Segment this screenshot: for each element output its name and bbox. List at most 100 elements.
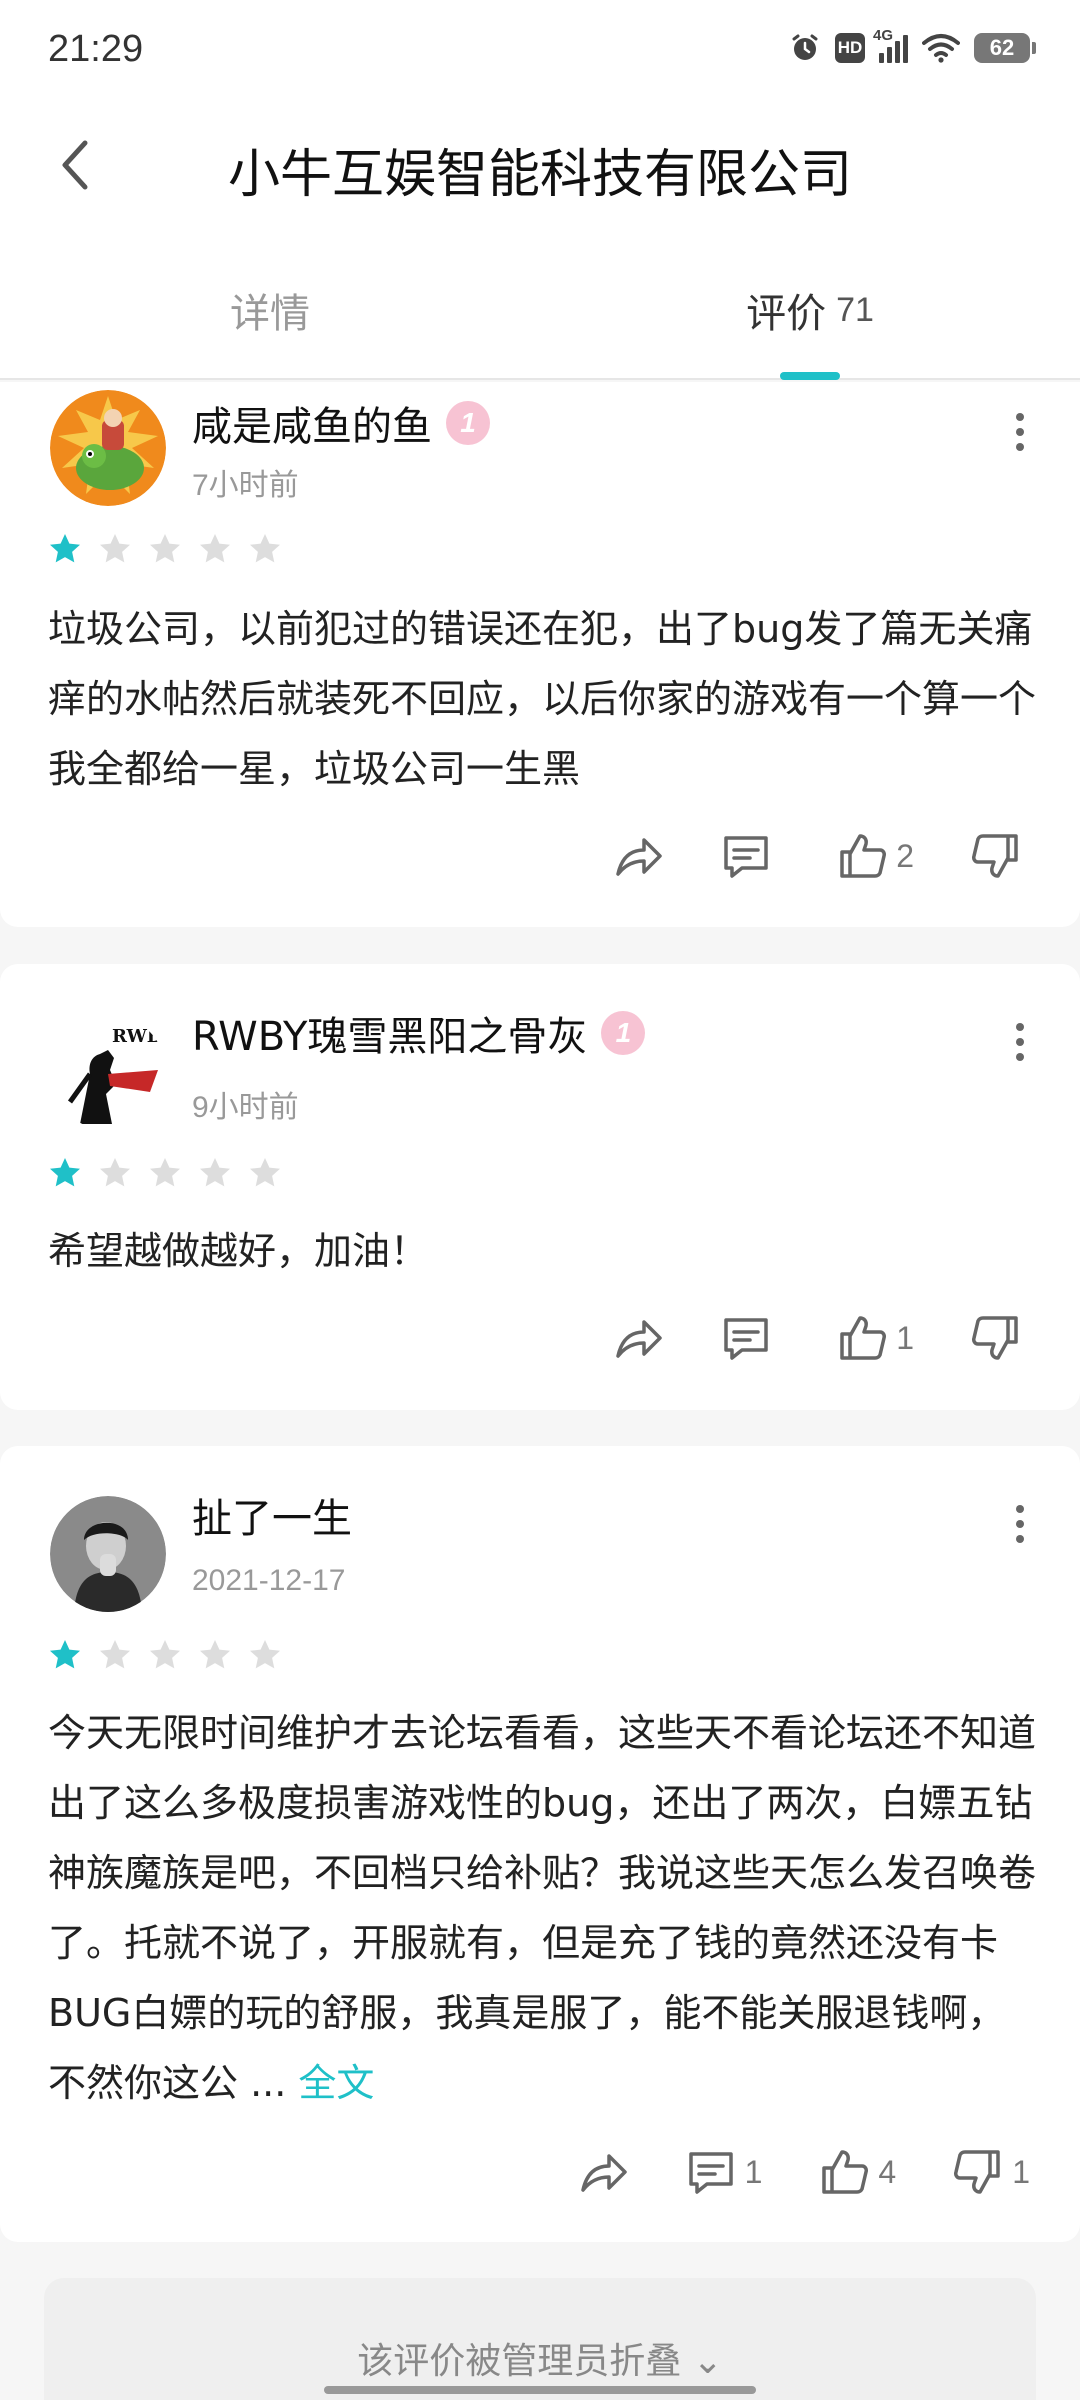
review-time: 7小时前 xyxy=(192,469,299,502)
like-button[interactable]: 1 xyxy=(836,1312,914,1364)
app-header: 小牛互娱智能科技有限公司 xyxy=(0,100,1080,240)
folded-review-notice[interactable]: 该评价被管理员折叠 ⌄ xyxy=(44,2278,1036,2400)
star-filled-icon xyxy=(50,1640,80,1669)
tab-reviews-label: 评价 xyxy=(746,291,827,337)
status-bar: 21:29 HD 4G 62 xyxy=(0,0,1080,100)
star-empty-icon xyxy=(100,1158,130,1187)
level-badge: 1 xyxy=(446,401,490,445)
review-text: 希望越做越好，加油！ xyxy=(48,1216,1038,1286)
review-text-body: 垃圾公司，以前犯过的错误还在犯，出了bug发了篇无关痛痒的水帖然后就装死不回应，… xyxy=(48,607,1037,791)
hd-icon: HD xyxy=(835,33,865,63)
like-count: 2 xyxy=(896,837,914,874)
battery-level: 62 xyxy=(989,35,1015,60)
like-button[interactable]: 4 xyxy=(818,2146,896,2198)
comment-count: 1 xyxy=(744,2153,763,2190)
thumbs-down-icon xyxy=(954,2150,1000,2194)
star-empty-icon xyxy=(150,1640,180,1669)
share-icon xyxy=(616,1320,662,1358)
star-filled-icon xyxy=(50,1158,80,1187)
share-button[interactable] xyxy=(612,830,664,882)
review-username[interactable]: 扯了一生 xyxy=(192,1486,352,1544)
more-options-button[interactable] xyxy=(1000,1012,1040,1072)
tab-details-label: 详情 xyxy=(230,291,310,337)
star-empty-icon xyxy=(100,534,130,563)
comment-button[interactable] xyxy=(720,1312,780,1364)
star-filled-icon xyxy=(50,534,80,563)
thumbs-down-icon xyxy=(972,834,1018,878)
review-text: 今天无限时间维护才去论坛看看，这些天不看论坛还不知道出了这么多极度损害游戏性的b… xyxy=(48,1698,1038,2118)
star-empty-icon xyxy=(200,1640,230,1669)
tab-active-indicator xyxy=(780,372,840,380)
status-time: 21:29 xyxy=(48,28,144,70)
signal-icon: 4G xyxy=(873,27,908,63)
tab-bar: 详情 评价 71 xyxy=(0,240,1080,380)
level-number: 1 xyxy=(460,407,476,438)
review-text-body: 今天无限时间维护才去论坛看看，这些天不看论坛还不知道出了这么多极度损害游戏性的b… xyxy=(48,1711,1037,2105)
dislike-button[interactable] xyxy=(970,830,1030,882)
comment-button[interactable]: 1 xyxy=(685,2146,763,2198)
rating-stars xyxy=(48,532,282,566)
comment-button[interactable] xyxy=(720,830,780,882)
review-actions: 2 xyxy=(556,830,1030,882)
like-button[interactable]: 2 xyxy=(836,830,914,882)
avatar[interactable]: RWBY xyxy=(50,1014,166,1130)
share-button[interactable] xyxy=(612,1312,664,1364)
tab-reviews[interactable]: 评价 71 xyxy=(540,240,1080,380)
dislike-button[interactable]: 1 xyxy=(952,2146,1030,2198)
more-options-button[interactable] xyxy=(1000,1494,1040,1554)
folded-notice-text: 该评价被管理员折叠 ⌄ xyxy=(357,2341,723,2382)
comment-icon xyxy=(688,2152,733,2194)
share-button[interactable] xyxy=(577,2146,629,2198)
thumbs-down-icon xyxy=(972,1316,1018,1360)
star-empty-icon xyxy=(250,1640,280,1669)
review-text-body: 希望越做越好，加油！ xyxy=(48,1229,429,1273)
like-count: 4 xyxy=(878,2153,897,2190)
review-username[interactable]: 咸是咸鱼的鱼 1 xyxy=(192,394,490,452)
tab-reviews-count: 71 xyxy=(836,290,874,329)
tab-details[interactable]: 详情 xyxy=(0,240,540,380)
review-card: 咸是咸鱼的鱼 1 7小时前 垃圾公司，以前犯过的错误还在犯，出了bug发了篇无关… xyxy=(0,382,1080,927)
avatar-text: RWBY xyxy=(112,1026,166,1047)
read-more-link[interactable]: 全文 xyxy=(298,2061,374,2105)
review-time: 2021-12-17 xyxy=(192,1564,346,1597)
comment-icon xyxy=(724,1318,768,1360)
battery-icon: 62 xyxy=(974,33,1036,63)
username-text: RWBY瑰雪黑阳之骨灰 xyxy=(192,1014,588,1060)
thumbs-up-icon xyxy=(822,2150,869,2194)
avatar[interactable] xyxy=(50,1496,166,1612)
avatar[interactable] xyxy=(50,390,166,506)
home-indicator[interactable] xyxy=(324,2386,756,2394)
share-icon xyxy=(616,838,662,876)
level-number: 1 xyxy=(615,1017,632,1048)
username-text: 扯了一生 xyxy=(192,1496,352,1542)
rating-stars xyxy=(48,1156,282,1190)
star-empty-icon xyxy=(100,1640,130,1669)
star-empty-icon xyxy=(150,534,180,563)
network-type: 4G xyxy=(873,27,894,44)
share-icon xyxy=(580,2154,627,2192)
level-badge: 1 xyxy=(601,1011,646,1055)
review-username[interactable]: RWBY瑰雪黑阳之骨灰 1 xyxy=(192,1004,646,1062)
star-empty-icon xyxy=(250,1158,280,1187)
star-empty-icon xyxy=(200,534,230,563)
page-title: 小牛互娱智能科技有限公司 xyxy=(227,145,852,205)
review-text: 垃圾公司，以前犯过的错误还在犯，出了bug发了篇无关痛痒的水帖然后就装死不回应，… xyxy=(48,594,1038,804)
status-icons: HD 4G 62 xyxy=(789,27,1036,64)
review-actions: 1 4 1 xyxy=(521,2146,1030,2198)
thumbs-up-icon xyxy=(840,834,887,878)
alarm-icon xyxy=(789,32,821,64)
review-actions: 1 xyxy=(556,1312,1030,1364)
dislike-button[interactable] xyxy=(970,1312,1030,1364)
comment-icon xyxy=(724,836,768,878)
star-empty-icon xyxy=(150,1158,180,1187)
more-options-button[interactable] xyxy=(1000,402,1040,462)
review-card: RWBY RWBY瑰雪黑阳之骨灰 1 9小时前 希望越做越好，加油！ 1 xyxy=(0,964,1080,1410)
thumbs-up-icon xyxy=(840,1316,887,1360)
review-time: 9小时前 xyxy=(192,1091,299,1124)
wifi-icon xyxy=(922,33,960,63)
like-count: 1 xyxy=(896,1319,914,1356)
username-text: 咸是咸鱼的鱼 xyxy=(192,404,432,450)
star-empty-icon xyxy=(250,534,280,563)
rating-stars xyxy=(48,1638,282,1672)
star-empty-icon xyxy=(200,1158,230,1187)
